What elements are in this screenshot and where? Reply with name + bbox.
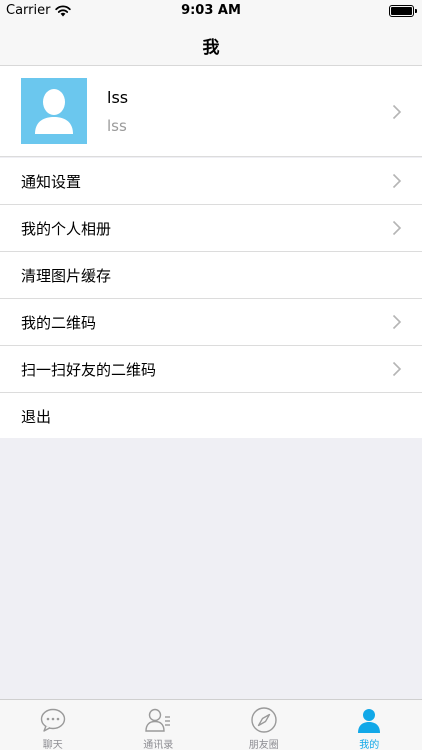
tab-label: 通讯录 — [143, 740, 174, 750]
person-icon — [358, 709, 381, 733]
menu-item[interactable]: 我的二维码 — [0, 299, 422, 346]
tab-moments[interactable]: 朋友圈 — [211, 700, 317, 750]
tab-label: 聊天 — [42, 740, 63, 750]
menu-item-label: 通知设置 — [21, 173, 82, 191]
settings-menu: 通知设置我的个人相册 清理图片缓存 我的二维码扫一扫好友的二维码 退出 — [0, 158, 422, 438]
menu-item-label: 扫一扫好友的二维码 — [21, 361, 157, 379]
profile-name: lss — [107, 88, 129, 107]
menu-item[interactable]: 退出 — [0, 393, 422, 438]
tab-me[interactable]: 我的 — [317, 700, 422, 750]
menu-item-label: 清理图片缓存 — [21, 267, 112, 285]
tab-contacts[interactable]: 通讯录 — [106, 700, 212, 750]
chevron-right-icon — [392, 173, 402, 189]
menu-item-label: 我的二维码 — [21, 314, 97, 332]
menu-item[interactable]: 我的个人相册 — [0, 205, 422, 252]
default-avatar-icon — [35, 89, 73, 134]
profile-account: lss — [107, 117, 127, 135]
contacts-icon — [145, 708, 171, 732]
menu-item[interactable]: 扫一扫好友的二维码 — [0, 346, 422, 393]
menu-item-label: 退出 — [21, 408, 52, 426]
chevron-right-icon — [392, 220, 402, 236]
tab-chat[interactable]: 聊天 — [0, 700, 106, 750]
chevron-right-icon — [392, 361, 402, 377]
nav-bar: 我 — [0, 22, 422, 66]
chevron-right-icon — [392, 314, 402, 330]
compass-icon — [251, 707, 277, 733]
menu-item[interactable]: 清理图片缓存 — [0, 252, 422, 299]
battery-icon — [389, 5, 417, 17]
chat-bubble-icon — [40, 708, 65, 732]
menu-item[interactable]: 通知设置 — [0, 158, 422, 205]
tab-bar: 聊天 通讯录 朋友圈 我的 — [0, 699, 422, 750]
tab-label: 我的 — [359, 740, 380, 750]
page-title: 我 — [202, 38, 220, 58]
tab-label: 朋友圈 — [248, 740, 279, 750]
menu-item-label: 我的个人相册 — [21, 220, 112, 238]
status-bar: Carrier 9:03 AM — [0, 0, 422, 22]
status-time: 9:03 AM — [181, 3, 241, 18]
profile-row[interactable]: lss lss — [0, 66, 422, 157]
chevron-right-icon — [392, 104, 402, 120]
avatar — [21, 78, 87, 144]
